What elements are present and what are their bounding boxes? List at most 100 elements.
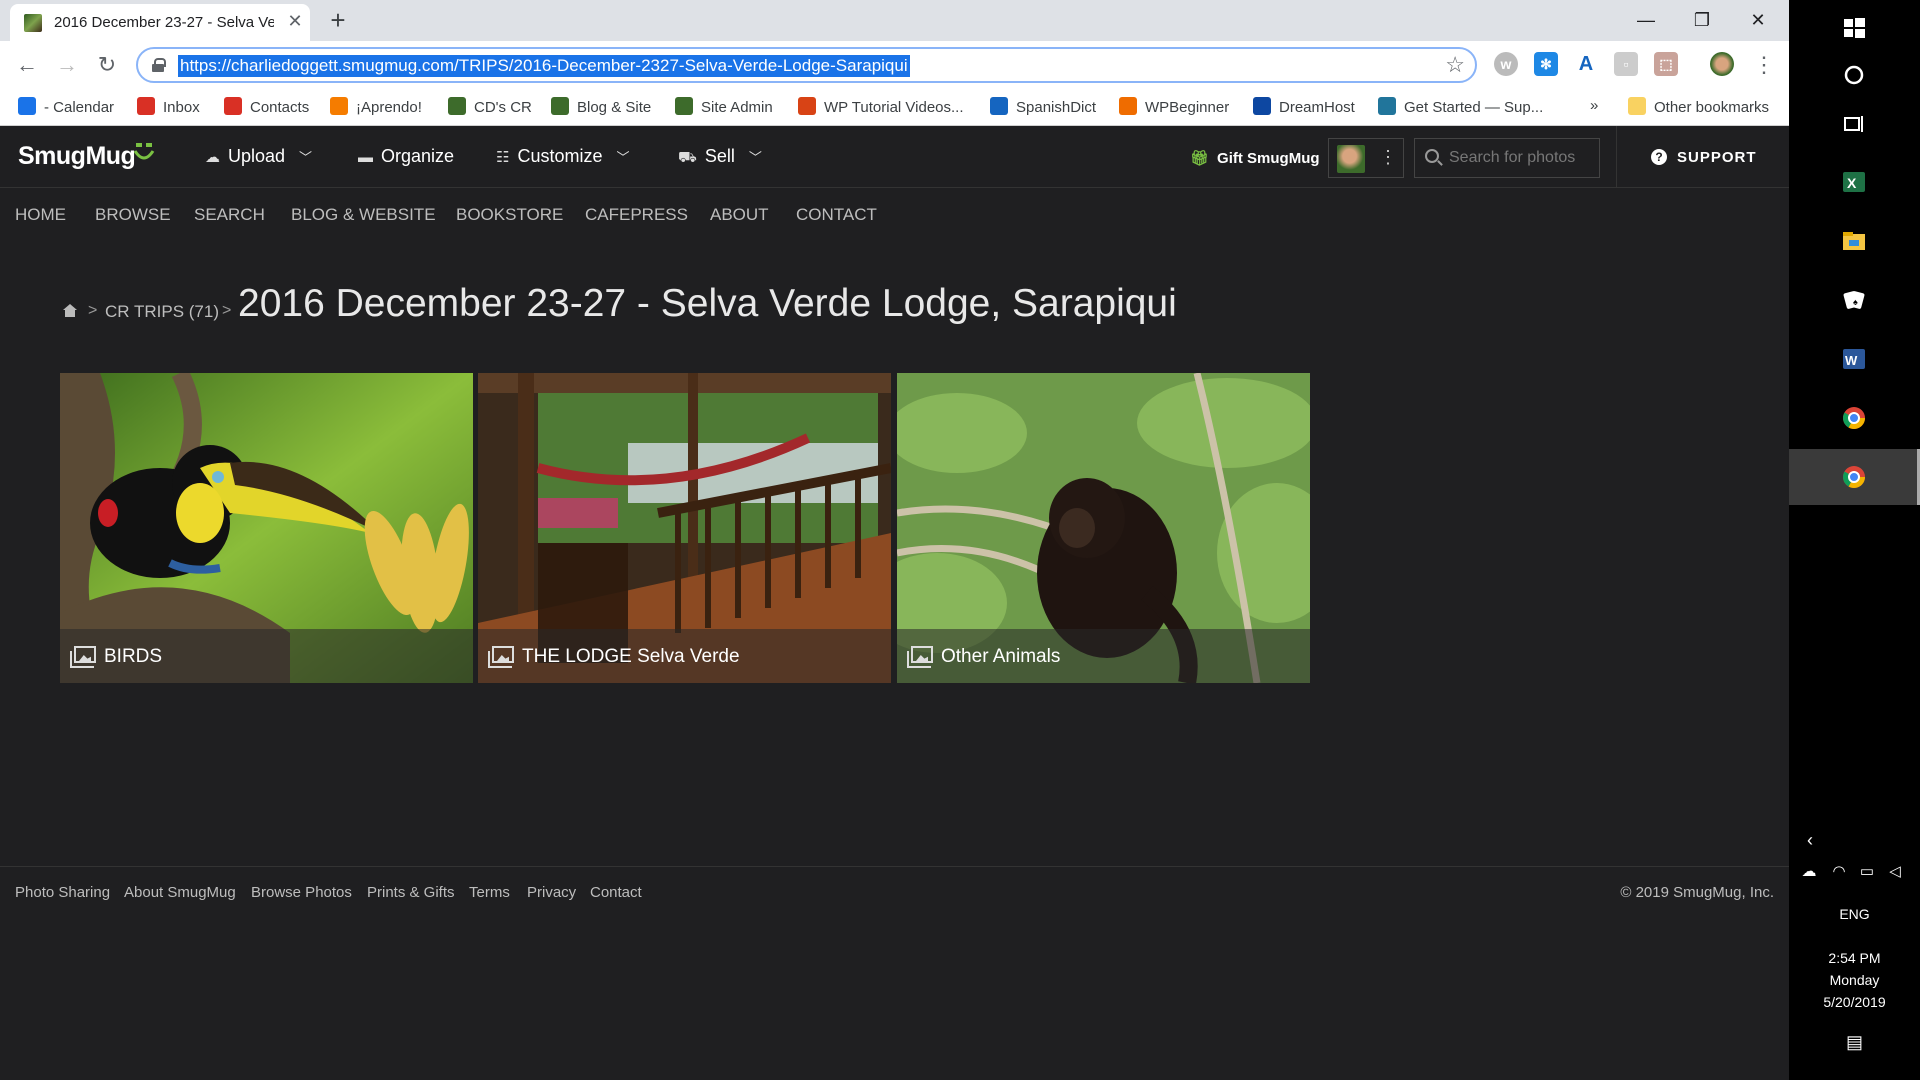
bookmark-item[interactable]: SpanishDict <box>990 97 1096 117</box>
clock-day[interactable]: Monday <box>1789 972 1920 988</box>
wordpress-icon <box>1378 97 1396 115</box>
close-tab-icon[interactable]: ✕ <box>284 10 306 32</box>
cortana-button[interactable] <box>1789 47 1920 103</box>
clock-date[interactable]: 5/20/2019 <box>1789 994 1920 1010</box>
taskbar-file-explorer[interactable] <box>1789 213 1920 269</box>
bookmark-item[interactable]: WPBeginner <box>1119 97 1229 117</box>
chrome-menu-icon[interactable]: ⋮ <box>1750 51 1778 79</box>
reload-button[interactable]: ↻ <box>93 51 121 79</box>
extension-snowflake-icon[interactable]: ✻ <box>1534 52 1558 76</box>
extension-a-icon[interactable]: A <box>1574 52 1598 76</box>
bookmarks-overflow-button[interactable]: » <box>1590 97 1598 117</box>
forward-button[interactable]: → <box>53 51 81 79</box>
bookmark-item[interactable]: Site Admin <box>675 97 773 117</box>
gallery-icon <box>907 646 933 668</box>
footer-photo-sharing[interactable]: Photo Sharing <box>15 884 110 901</box>
address-bar[interactable]: https://charliedoggett.smugmug.com/TRIPS… <box>136 47 1477 83</box>
bookmark-item[interactable]: WP Tutorial Videos... <box>798 97 964 117</box>
gallery-card-lodge[interactable]: THE LODGE Selva Verde <box>478 373 891 683</box>
search-input[interactable] <box>1449 147 1595 169</box>
minimize-button[interactable]: — <box>1618 4 1674 36</box>
other-bookmarks-folder[interactable]: Other bookmarks <box>1628 97 1769 117</box>
taskbar-chrome-1[interactable] <box>1789 390 1920 446</box>
photo-search[interactable] <box>1414 138 1600 178</box>
url-text[interactable]: https://charliedoggett.smugmug.com/TRIPS… <box>178 55 910 77</box>
action-center-icon[interactable]: ▤ <box>1789 1032 1920 1053</box>
onedrive-cloud-icon[interactable]: ☁ <box>1797 862 1821 880</box>
taskbar-chrome-2[interactable] <box>1789 449 1920 505</box>
new-tab-button[interactable]: + <box>325 7 351 34</box>
gallery-card-birds[interactable]: BIRDS <box>60 373 473 683</box>
bookmark-item[interactable]: CD's CR <box>448 97 532 117</box>
customize-menu[interactable]: ☷ Customize ﹀ <box>496 146 630 167</box>
avatar[interactable] <box>1337 145 1365 173</box>
chrome-icon <box>1843 466 1865 488</box>
extension-pdf-icon[interactable]: ⬚ <box>1654 52 1678 76</box>
taskbar-solitaire[interactable]: ♠ <box>1789 272 1920 328</box>
bookmark-item[interactable]: - Calendar <box>18 97 114 117</box>
bookmark-item[interactable]: Get Started — Sup... <box>1378 97 1543 117</box>
taskbar-excel[interactable]: X <box>1789 154 1920 210</box>
restore-button[interactable]: ❐ <box>1674 4 1730 36</box>
bookmark-item[interactable]: Contacts <box>224 97 309 117</box>
bookmark-item[interactable]: DreamHost <box>1253 97 1355 117</box>
footer-privacy[interactable]: Privacy <box>527 884 576 901</box>
task-view-button[interactable] <box>1789 96 1920 152</box>
file-explorer-icon <box>1843 232 1865 250</box>
bookmark-item[interactable]: Blog & Site <box>551 97 651 117</box>
volume-icon[interactable]: ◁ <box>1883 862 1907 880</box>
nav-contact[interactable]: CONTACT <box>796 205 877 225</box>
home-icon[interactable] <box>62 304 78 318</box>
footer-contact[interactable]: Contact <box>590 884 642 901</box>
customize-label: Customize <box>517 146 603 166</box>
more-options-icon[interactable]: ⋮ <box>1379 147 1397 168</box>
extension-chat-icon[interactable]: ▫ <box>1614 52 1638 76</box>
organize-label: Organize <box>381 146 455 166</box>
nav-home[interactable]: HOME <box>15 205 66 225</box>
nav-cafepress[interactable]: CAFEPRESS <box>585 205 688 225</box>
back-button[interactable]: ← <box>13 51 41 79</box>
breadcrumb-cr-trips[interactable]: CR TRIPS (71) <box>105 302 219 322</box>
footer-about-smugmug[interactable]: About SmugMug <box>124 884 236 901</box>
lock-icon[interactable] <box>152 58 166 72</box>
taskbar-word[interactable]: W <box>1789 331 1920 387</box>
nav-search[interactable]: SEARCH <box>194 205 265 225</box>
bookmark-star-icon[interactable]: ☆ <box>1445 52 1465 78</box>
sell-menu[interactable]: ⛟ Sell ﹀ <box>678 146 762 168</box>
blogger-icon <box>330 97 348 115</box>
gallery-card-other-animals[interactable]: Other Animals <box>897 373 1310 683</box>
account-menu[interactable]: ⋮ <box>1328 138 1404 178</box>
nav-about[interactable]: ABOUT <box>710 205 769 225</box>
copyright: © 2019 SmugMug, Inc. <box>1620 884 1774 901</box>
show-hidden-icons-chevron-icon[interactable]: ‹ <box>1807 830 1827 851</box>
footer-browse-photos[interactable]: Browse Photos <box>251 884 352 901</box>
footer-prints-gifts[interactable]: Prints & Gifts <box>367 884 455 901</box>
organize-menu[interactable]: ▬ Organize <box>358 146 454 167</box>
close-window-button[interactable]: ✕ <box>1730 4 1786 36</box>
sliders-icon: ☷ <box>496 149 510 166</box>
gmail-icon <box>224 97 242 115</box>
nav-blog-website[interactable]: BLOG & WEBSITE <box>291 205 436 225</box>
calendar-icon <box>18 97 36 115</box>
clock-time[interactable]: 2:54 PM <box>1789 950 1920 966</box>
smugmug-logo[interactable]: SmugMug <box>18 142 136 171</box>
browser-tab[interactable]: 2016 December 23-27 - Selva Ve ✕ <box>10 4 310 41</box>
chrome-window: 2016 December 23-27 - Selva Ve ✕ + — ❐ ✕… <box>0 0 1789 1080</box>
gift-smugmug-button[interactable]: 🎁︎ Gift SmugMug <box>1190 149 1320 167</box>
folder-icon <box>1628 97 1646 115</box>
tab-title: 2016 December 23-27 - Selva Ve <box>54 14 274 31</box>
bookmark-item[interactable]: ¡Aprendo! <box>330 97 422 117</box>
nav-bookstore[interactable]: BOOKSTORE <box>456 205 563 225</box>
support-button[interactable]: ? SUPPORT <box>1616 126 1789 188</box>
input-language[interactable]: ENG <box>1789 906 1920 922</box>
bookmark-label: Contacts <box>250 99 310 116</box>
wifi-icon[interactable]: ◠ <box>1827 862 1851 880</box>
extension-w-icon[interactable]: w <box>1494 52 1518 76</box>
smugmug-header: SmugMug ☁ Upload ﹀ ▬ Organize ☷ Customize ﹀ ⛟… <box>0 126 1789 188</box>
upload-menu[interactable]: ☁ Upload ﹀ <box>205 146 312 167</box>
battery-icon[interactable]: ▭ <box>1855 862 1879 880</box>
nav-browse[interactable]: BROWSE <box>95 205 171 225</box>
profile-avatar[interactable] <box>1710 52 1734 76</box>
bookmark-item[interactable]: Inbox <box>137 97 200 117</box>
footer-terms[interactable]: Terms <box>469 884 510 901</box>
